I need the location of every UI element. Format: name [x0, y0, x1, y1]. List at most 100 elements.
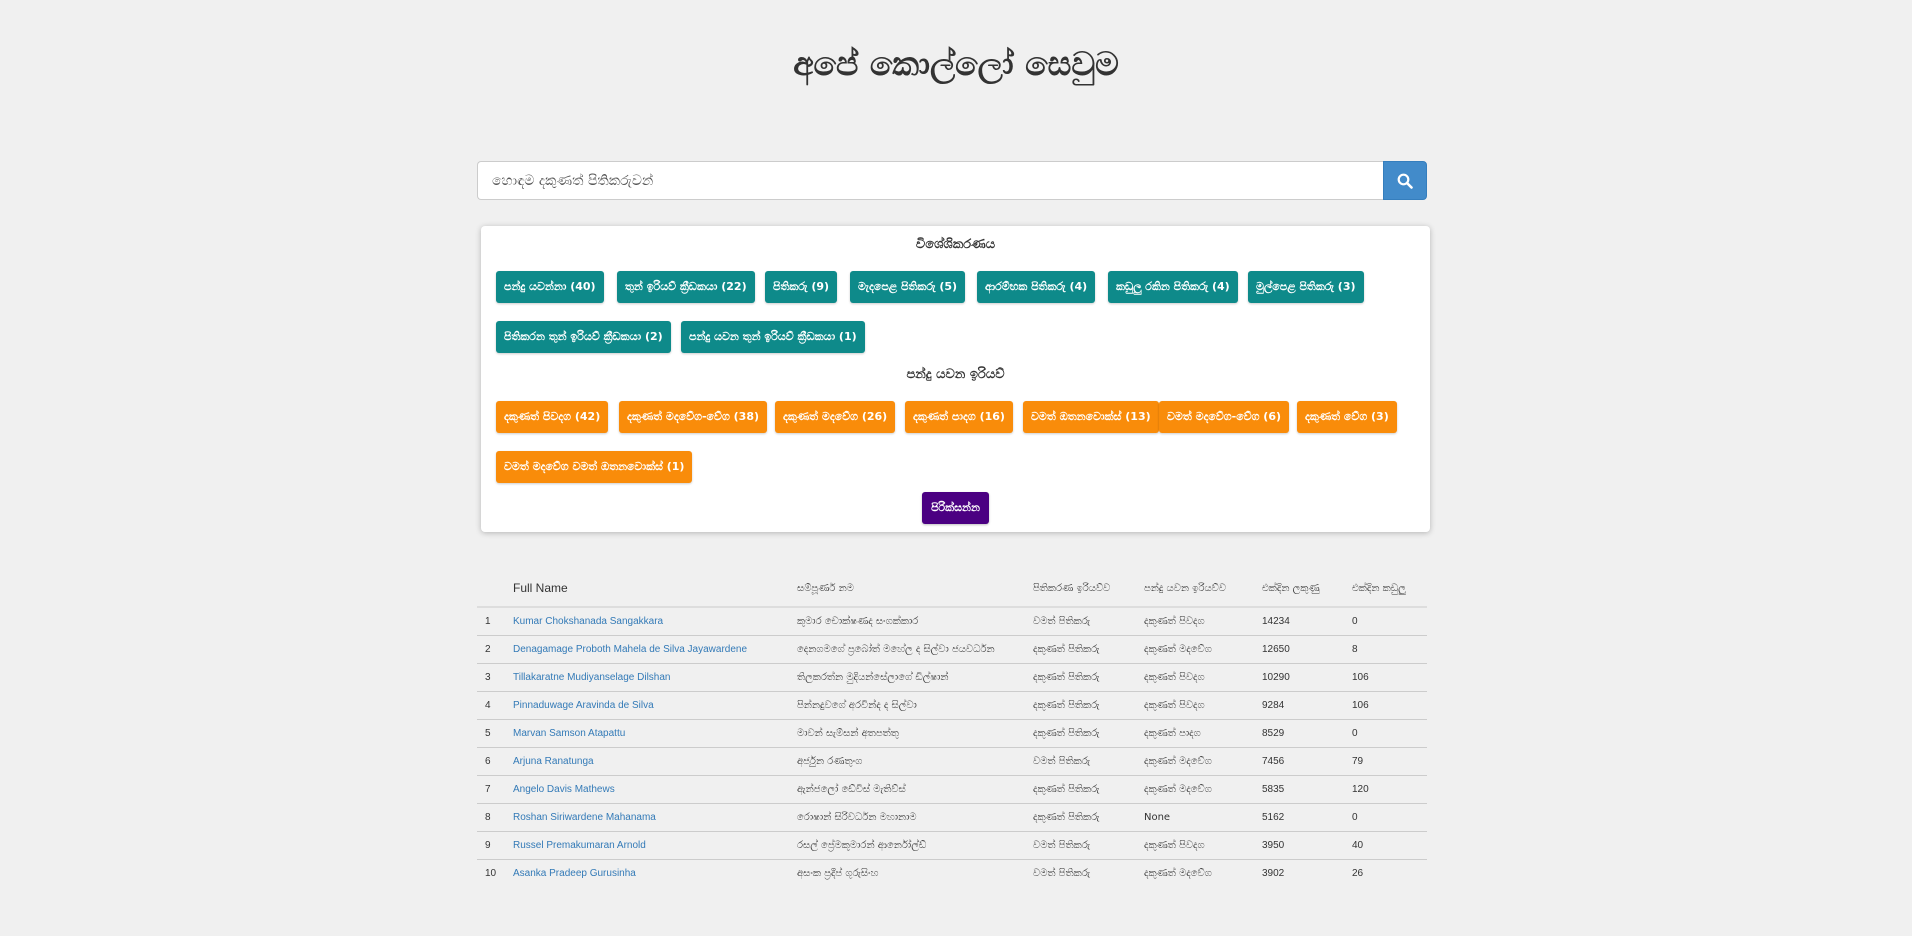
player-link[interactable]: Asanka Pradeep Gurusinha: [513, 868, 636, 879]
odi-runs-cell: 9284: [1254, 691, 1344, 720]
player-link[interactable]: Roshan Siriwardene Mahanama: [513, 812, 656, 823]
odi-wickets-cell: 106: [1344, 663, 1427, 692]
row-index-cell: 8: [477, 803, 505, 832]
player-link[interactable]: Tillakaratne Mudiyanselage Dilshan: [513, 672, 671, 683]
odi-runs-cell: 5835: [1254, 775, 1344, 804]
odi-wickets-cell: 0: [1344, 606, 1427, 636]
search-button[interactable]: [1383, 161, 1427, 200]
facet-chip-bowling-style[interactable]: වමත් මදවේග වමත් ඔතනවොක්ස් (1): [496, 451, 693, 483]
facet-chip-bowling-style[interactable]: වමත් මදවේග-වේග (6): [1159, 401, 1290, 433]
player-link[interactable]: Marvan Samson Atapattu: [513, 728, 625, 739]
batting-style-cell: වමත් පිතිකරු: [1025, 606, 1136, 636]
search-bar: [477, 161, 1427, 200]
filter-button[interactable]: පිරික්සන්න: [922, 492, 989, 524]
odi-wickets-cell: 120: [1344, 775, 1427, 804]
facet-chip-bowling-style[interactable]: දකුණත් පාදග (16): [905, 401, 1013, 433]
column-header-odi-runs[interactable]: එක්දින ලකුණු: [1254, 570, 1344, 608]
facet-chip-specialization[interactable]: පන්දු යවන්නා (40): [496, 271, 604, 303]
batting-style-cell: දකුණත් පිතිකරු: [1025, 635, 1136, 664]
table-header-row: Full Name සම්පූර්ණ නම පිතිකරණ ඉරියව්ව පන…: [477, 570, 1427, 608]
facet-chip-bowling-style[interactable]: දකුණත් මදවේග-වේග (38): [619, 401, 768, 433]
specialization-heading: විශේශිකරණය: [915, 237, 996, 252]
column-header-bowling-style[interactable]: පන්දු යවන ඉරියව්ව: [1136, 570, 1254, 608]
bowling-style-cell: දකුණත් පිවදග: [1136, 606, 1254, 636]
facet-chip-specialization[interactable]: පන්දු යවන තුන් ඉරියව් ක්‍රීඩකයා (1): [681, 321, 865, 353]
table-row: 5 Marvan Samson Atapattu මාවන් සැම්සන් අතප…: [477, 719, 1427, 748]
odi-runs-cell: 5162: [1254, 803, 1344, 832]
bowling-style-cell: දකුණත් මදවේග: [1136, 747, 1254, 776]
batting-style-cell: දකුණත් පිතිකරු: [1025, 663, 1136, 692]
column-header-sinhala-name[interactable]: සම්පූර්ණ නම: [789, 570, 1025, 608]
bowling-style-cell: දකුණත් මදවේග: [1136, 635, 1254, 664]
facet-chip-bowling-style[interactable]: දකුණත් මදවේග (26): [775, 401, 896, 433]
search-input[interactable]: [477, 161, 1383, 200]
player-link[interactable]: Angelo Davis Mathews: [513, 784, 615, 795]
player-full-name-cell: Denagamage Proboth Mahela de Silva Jayaw…: [505, 635, 789, 664]
bowling-style-cell: දකුණත් පාදග: [1136, 719, 1254, 748]
facet-chip-specialization[interactable]: ආරම්භක පිතිකරු (4): [977, 271, 1096, 303]
facet-chip-specialization[interactable]: කඩුලු රකින පිතිකරු (4): [1108, 271, 1238, 303]
player-sinhala-name-cell: අර්ජුන රණතුංග: [789, 747, 1025, 776]
bowling-style-cell: දකුණත් පිවදග: [1136, 831, 1254, 860]
player-sinhala-name-cell: රොෂාන් සිරිවර්ධන මහානාම: [789, 803, 1025, 832]
batting-style-cell: වමත් පිතිකරු: [1025, 831, 1136, 860]
facet-chip-specialization[interactable]: පිතිකරන තුන් ඉරියව් ක්‍රීඩකයා (2): [496, 321, 671, 353]
player-link[interactable]: Russel Premakumaran Arnold: [513, 840, 646, 851]
batting-style-cell: දකුණත් පිතිකරු: [1025, 803, 1136, 832]
facet-chip-specialization[interactable]: මැදපෙළ පිතිකරු (5): [850, 271, 966, 303]
bowling-style-heading: පන්දු යවන ඉරියව්: [906, 367, 1005, 382]
table-row: 2 Denagamage Proboth Mahela de Silva Jaya…: [477, 635, 1427, 664]
player-sinhala-name-cell: කුමාර චොක්ෂණද සංගක්කාර: [789, 606, 1025, 636]
column-header-batting-style[interactable]: පිතිකරණ ඉරියව්ව: [1025, 570, 1136, 608]
player-full-name-cell: Arjuna Ranatunga: [505, 747, 789, 776]
odi-wickets-cell: 0: [1344, 803, 1427, 832]
batting-style-cell: වමත් පිතිකරු: [1025, 747, 1136, 776]
facet-chip-specialization[interactable]: තුන් ඉරියව් ක්‍රීඩකයා (22): [617, 271, 755, 303]
batting-style-cell: දකුණත් පිතිකරු: [1025, 691, 1136, 720]
player-full-name-cell: Asanka Pradeep Gurusinha: [505, 859, 789, 887]
column-header-index: [477, 570, 505, 608]
player-sinhala-name-cell: තිලකරත්න මුදියන්සේලාගේ ඩිල්ෂාන්: [789, 663, 1025, 692]
batting-style-cell: දකුණත් පිතිකරු: [1025, 719, 1136, 748]
facet-chip-specialization[interactable]: පිතිකරු (9): [765, 271, 838, 303]
row-index-cell: 7: [477, 775, 505, 804]
column-header-full-name[interactable]: Full Name: [505, 570, 789, 608]
player-link[interactable]: Arjuna Ranatunga: [513, 756, 594, 767]
facet-chip-bowling-style[interactable]: දකුණත් පිවදග (42): [496, 401, 609, 433]
bowling-style-cell: දකුණත් පිවදග: [1136, 691, 1254, 720]
row-index-cell: 9: [477, 831, 505, 860]
odi-wickets-cell: 26: [1344, 859, 1427, 887]
player-link[interactable]: Kumar Chokshanada Sangakkara: [513, 616, 663, 627]
facet-chip-bowling-style[interactable]: දකුණත් වේග (3): [1297, 401, 1397, 433]
odi-wickets-cell: 79: [1344, 747, 1427, 776]
table-row: 9 Russel Premakumaran Arnold රසල් ප්‍රේමකු…: [477, 831, 1427, 860]
player-full-name-cell: Russel Premakumaran Arnold: [505, 831, 789, 860]
bowling-style-cell: None: [1136, 803, 1254, 832]
facet-chip-specialization[interactable]: මුල්පෙළ පිතිකරු (3): [1248, 271, 1364, 303]
odi-wickets-cell: 40: [1344, 831, 1427, 860]
player-sinhala-name-cell: මාවන් සැම්සන් අතපත්තු: [789, 719, 1025, 748]
table-row: 7 Angelo Davis Mathews ඇන්ජලෝ ඩේවිස් මැතිව…: [477, 775, 1427, 804]
odi-runs-cell: 3902: [1254, 859, 1344, 887]
bowling-style-cell: දකුණත් මදවේග: [1136, 775, 1254, 804]
row-index-cell: 3: [477, 663, 505, 692]
facet-chip-bowling-style[interactable]: වමත් ඔතනවොක්ස් (13): [1023, 401, 1159, 433]
table-row: 6 Arjuna Ranatunga අර්ජුන රණතුංග වමත් පිතික…: [477, 747, 1427, 776]
player-link[interactable]: Pinnaduwage Aravinda de Silva: [513, 700, 654, 711]
player-full-name-cell: Tillakaratne Mudiyanselage Dilshan: [505, 663, 789, 692]
odi-runs-cell: 8529: [1254, 719, 1344, 748]
row-index-cell: 4: [477, 691, 505, 720]
player-sinhala-name-cell: රසල් ප්‍රේමකුමාරන් ආර්නෝල්ඩ්: [789, 831, 1025, 860]
search-icon: [1397, 173, 1413, 189]
odi-runs-cell: 3950: [1254, 831, 1344, 860]
batting-style-cell: දකුණත් පිතිකරු: [1025, 775, 1136, 804]
player-sinhala-name-cell: ඇන්ජලෝ ඩේවිස් මැතිව්ස්: [789, 775, 1025, 804]
row-index-cell: 2: [477, 635, 505, 664]
player-full-name-cell: Angelo Davis Mathews: [505, 775, 789, 804]
page-title: අපේ කොල්ලෝ සෙවුම: [793, 44, 1119, 83]
player-link[interactable]: Denagamage Proboth Mahela de Silva Jayaw…: [513, 644, 747, 655]
column-header-odi-wickets[interactable]: එක්දින කඩුලු: [1344, 570, 1427, 608]
odi-wickets-cell: 0: [1344, 719, 1427, 748]
row-index-cell: 5: [477, 719, 505, 748]
odi-wickets-cell: 8: [1344, 635, 1427, 664]
